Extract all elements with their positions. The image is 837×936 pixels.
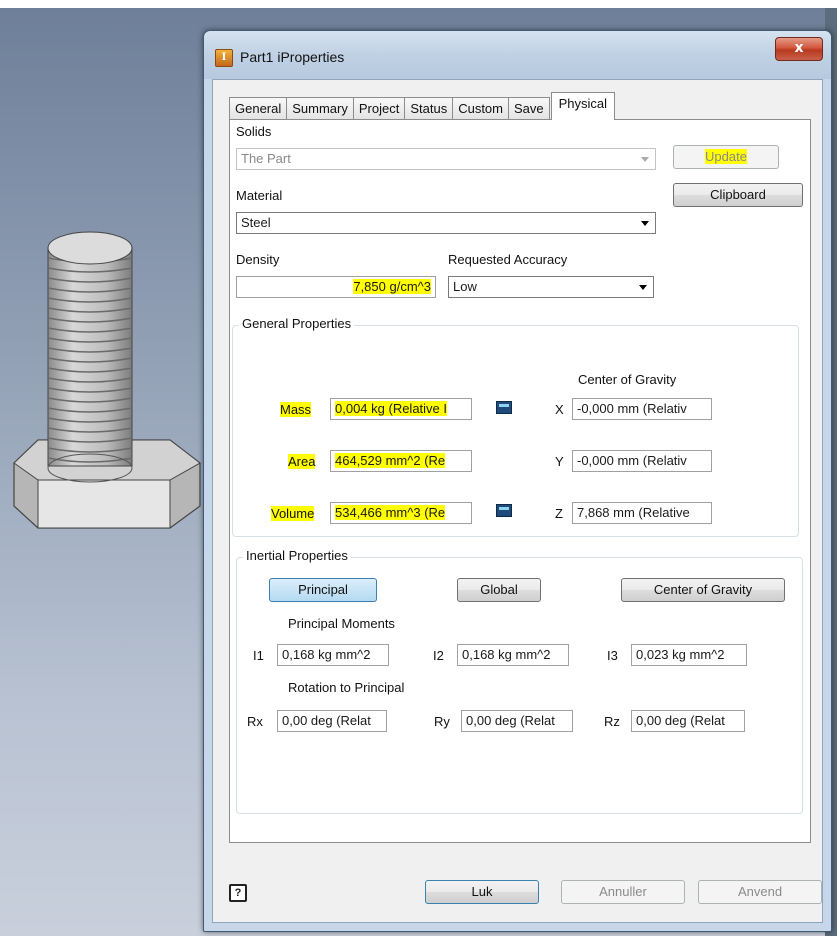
rx-value: 0,00 deg (Relat xyxy=(282,713,371,728)
volume-value: 534,466 mm^3 (Re xyxy=(335,505,446,520)
i3-field[interactable]: 0,023 kg mm^2 xyxy=(631,644,747,666)
physical-tab-panel: Solids The Part Update Material Steel Cl… xyxy=(229,119,811,843)
clipboard-button[interactable]: Clipboard xyxy=(673,183,803,207)
density-field[interactable]: 7,850 g/cm^3 xyxy=(236,276,436,298)
general-properties-group: General Properties Center of Gravity Mas… xyxy=(232,316,799,537)
iproperties-dialog: I Part1 iProperties x General Summary Pr… xyxy=(203,30,832,932)
title-bar[interactable]: I Part1 iProperties x xyxy=(204,31,831,79)
density-value: 7,850 g/cm^3 xyxy=(353,279,431,294)
solids-label: Solids xyxy=(236,124,272,139)
tab-status[interactable]: Status xyxy=(404,97,454,120)
cog-z-value: 7,868 mm (Relative xyxy=(577,505,690,520)
i2-label: I2 xyxy=(433,648,444,663)
i3-value: 0,023 kg mm^2 xyxy=(636,647,725,662)
close-dialog-button[interactable]: Luk xyxy=(425,880,539,904)
rz-value: 0,00 deg (Relat xyxy=(636,713,725,728)
tab-physical[interactable]: Physical xyxy=(550,92,616,120)
ry-field[interactable]: 0,00 deg (Relat xyxy=(461,710,573,732)
calculator-icon[interactable] xyxy=(496,401,512,414)
principal-button[interactable]: Principal xyxy=(269,578,377,602)
area-field[interactable]: 464,529 mm^2 (Re xyxy=(330,450,472,472)
rotation-to-principal-label: Rotation to Principal xyxy=(288,680,405,695)
help-icon[interactable]: ? xyxy=(229,884,247,902)
chevron-down-icon xyxy=(639,285,647,290)
center-of-gravity-header: Center of Gravity xyxy=(578,372,677,387)
bolt-model-preview[interactable] xyxy=(10,218,210,538)
center-of-gravity-button[interactable]: Center of Gravity xyxy=(621,578,785,602)
principal-moments-label: Principal Moments xyxy=(288,616,395,631)
cog-z-field[interactable]: 7,868 mm (Relative xyxy=(572,502,712,524)
density-label: Density xyxy=(236,252,280,267)
i2-field[interactable]: 0,168 kg mm^2 xyxy=(457,644,569,666)
i3-label: I3 xyxy=(607,648,618,663)
cancel-button[interactable]: Annuller xyxy=(561,880,685,904)
calculator-icon[interactable] xyxy=(496,504,512,517)
mass-value: 0,004 kg (Relative I xyxy=(335,401,448,416)
apply-button[interactable]: Anvend xyxy=(698,880,822,904)
i1-field[interactable]: 0,168 kg mm^2 xyxy=(277,644,389,666)
update-label: Update xyxy=(705,149,747,164)
ry-value: 0,00 deg (Relat xyxy=(466,713,555,728)
cog-x-field[interactable]: -0,000 mm (Relativ xyxy=(572,398,712,420)
update-button[interactable]: Update xyxy=(673,145,779,169)
dialog-client: General Summary Project Status Custom Sa… xyxy=(212,79,823,923)
area-label: Area xyxy=(288,454,316,469)
i1-value: 0,168 kg mm^2 xyxy=(282,647,371,662)
accuracy-dropdown[interactable]: Low xyxy=(448,276,654,298)
volume-label: Volume xyxy=(271,506,315,521)
tab-strip: General Summary Project Status Custom Sa… xyxy=(229,92,616,120)
rz-label: Rz xyxy=(604,714,620,729)
area-value: 464,529 mm^2 (Re xyxy=(335,453,446,468)
volume-field[interactable]: 534,466 mm^3 (Re xyxy=(330,502,472,524)
i2-value: 0,168 kg mm^2 xyxy=(462,647,551,662)
solids-value: The Part xyxy=(241,151,291,166)
solids-dropdown[interactable]: The Part xyxy=(236,148,656,170)
mass-label: Mass xyxy=(280,402,312,417)
cog-y-value: -0,000 mm (Relativ xyxy=(577,453,687,468)
close-button[interactable]: x xyxy=(775,37,823,61)
x-label: X xyxy=(555,402,564,417)
material-label: Material xyxy=(236,188,283,203)
material-dropdown[interactable]: Steel xyxy=(236,212,656,234)
cog-y-field[interactable]: -0,000 mm (Relativ xyxy=(572,450,712,472)
inventor-app-icon: I xyxy=(215,49,233,67)
cog-x-value: -0,000 mm (Relativ xyxy=(577,401,687,416)
window-title: Part1 iProperties xyxy=(240,49,345,65)
rx-label: Rx xyxy=(247,714,263,729)
i1-label: I1 xyxy=(253,648,264,663)
inertial-properties-title: Inertial Properties xyxy=(243,548,351,563)
z-label: Z xyxy=(555,506,563,521)
rx-field[interactable]: 0,00 deg (Relat xyxy=(277,710,387,732)
accuracy-value: Low xyxy=(453,279,477,294)
tab-general[interactable]: General xyxy=(229,97,288,120)
y-label: Y xyxy=(555,454,564,469)
chevron-down-icon xyxy=(641,221,649,226)
requested-accuracy-label: Requested Accuracy xyxy=(448,252,568,267)
global-button[interactable]: Global xyxy=(457,578,541,602)
tab-project[interactable]: Project xyxy=(352,97,406,120)
tab-save[interactable]: Save xyxy=(508,97,550,120)
rz-field[interactable]: 0,00 deg (Relat xyxy=(631,710,745,732)
material-value: Steel xyxy=(241,215,271,230)
tab-summary[interactable]: Summary xyxy=(286,97,354,120)
mass-field[interactable]: 0,004 kg (Relative I xyxy=(330,398,472,420)
ry-label: Ry xyxy=(434,714,450,729)
chevron-down-icon xyxy=(641,157,649,162)
general-properties-title: General Properties xyxy=(239,316,355,331)
inertial-properties-group: Inertial Properties Principal Global Cen… xyxy=(236,548,803,814)
tab-custom[interactable]: Custom xyxy=(452,97,509,120)
